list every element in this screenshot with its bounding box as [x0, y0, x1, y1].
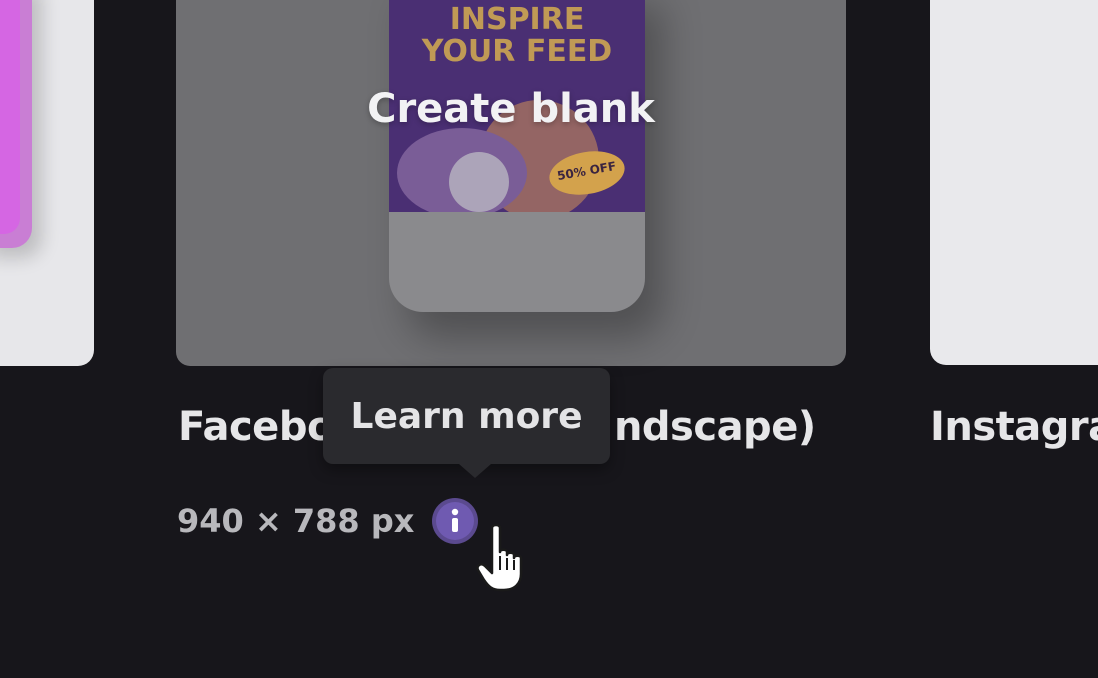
template-dimensions: 940 × 788 px	[177, 502, 415, 540]
template-gallery: INSPIRE YOUR FEED 50% OFF Create blank F…	[0, 0, 1098, 678]
template-dimensions-row: 940 × 788 px	[177, 498, 479, 544]
thumbnail-headline-line1: INSPIRE	[449, 2, 585, 37]
create-blank-button[interactable]: Create blank	[176, 86, 846, 132]
info-icon[interactable]	[432, 498, 479, 544]
template-thumbnail-left	[0, 0, 32, 248]
template-title-tail: ndscape)	[613, 404, 816, 450]
tooltip-text: Learn more	[350, 395, 583, 437]
template-card-facebook[interactable]: INSPIRE YOUR FEED 50% OFF	[176, 0, 846, 366]
info-glyph	[452, 508, 459, 532]
thumbnail-headline-line2: YOUR FEED	[421, 34, 613, 69]
template-title-head: Facebo	[178, 404, 334, 450]
template-thumbnail-phone: INSPIRE YOUR FEED 50% OFF	[389, 0, 645, 312]
template-card-left[interactable]	[0, 0, 94, 366]
learn-more-tooltip: Learn more	[323, 368, 610, 478]
thumbnail-sale-badge-text: 50% OFF	[556, 158, 618, 184]
hand-pointer-cursor-icon	[476, 523, 523, 592]
template-card-instagram[interactable]	[930, 0, 1098, 365]
thumbnail-decor-blob	[449, 152, 509, 212]
template-title-instagram[interactable]: Instagra	[930, 404, 1098, 450]
